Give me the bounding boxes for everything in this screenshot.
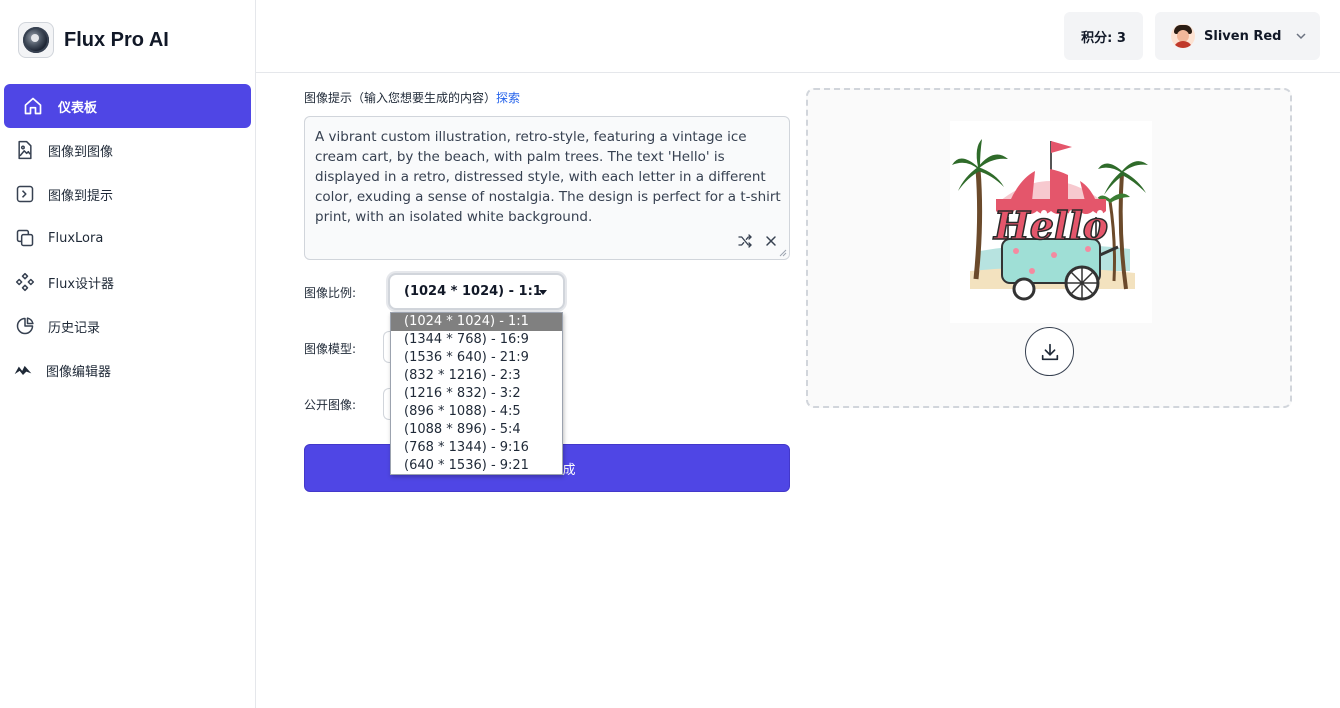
pie-chart-icon: [14, 315, 36, 337]
prompt-label: 图像提示（输入您想要生成的内容）探索: [304, 89, 520, 106]
generated-image[interactable]: Hello: [950, 121, 1152, 323]
ratio-option[interactable]: (640 * 1536) - 9:21: [391, 457, 562, 475]
sidebar-item-dashboard[interactable]: 仪表板: [4, 84, 251, 128]
ratio-label: 图像比例:: [304, 286, 357, 300]
sidebar-item-image-editor[interactable]: 图像编辑器: [4, 348, 251, 392]
sidebar-item-label: 仪表板: [58, 100, 98, 116]
ratio-option[interactable]: (1216 * 832) - 3:2: [391, 385, 562, 403]
home-icon: [22, 95, 44, 117]
avatar: [1171, 24, 1195, 48]
clear-icon[interactable]: [763, 233, 779, 249]
ratio-option[interactable]: (1088 * 896) - 5:4: [391, 421, 562, 439]
download-icon: [1041, 343, 1058, 360]
sidebar-item-history[interactable]: 历史记录: [4, 304, 251, 348]
ratio-option[interactable]: (1536 * 640) - 21:9: [391, 349, 562, 367]
brand[interactable]: Flux Pro AI: [18, 22, 169, 58]
top-header: 积分: 3 Sliven Red: [256, 0, 1340, 73]
download-button[interactable]: [1025, 327, 1074, 376]
ratio-option[interactable]: (1344 * 768) - 16:9: [391, 331, 562, 349]
prompt-chevron-icon: [14, 183, 36, 205]
sidebar-item-label: 图像到提示: [48, 188, 114, 204]
sidebar-item-label: 图像到图像: [48, 144, 114, 160]
credits-badge[interactable]: 积分: 3: [1064, 12, 1143, 60]
user-name: Sliven Red: [1204, 28, 1282, 44]
diamond-grid-icon: [14, 271, 36, 293]
sidebar-item-label: FluxLora: [48, 230, 104, 246]
ratio-option[interactable]: (832 * 1216) - 2:3: [391, 367, 562, 385]
hello-text: Hello: [993, 203, 1108, 248]
sidebar-item-label: Flux设计器: [48, 276, 115, 292]
brand-logo-icon: [18, 22, 54, 58]
brush-icon: [12, 359, 34, 381]
app-root: Flux Pro AI 仪表板 图像到图像 图像到提示 FluxLora Flu…: [0, 0, 1340, 708]
sidebar-item-image-to-image[interactable]: 图像到图像: [4, 128, 251, 172]
brand-name: Flux Pro AI: [64, 28, 169, 51]
image-preview-panel: Hello: [806, 88, 1292, 408]
caret-down-icon: [539, 290, 547, 295]
prompt-textarea[interactable]: A vibrant custom illustration, retro-sty…: [304, 116, 790, 260]
ratio-select-value: (1024 * 1024) - 1:1: [404, 284, 542, 299]
resize-handle-icon[interactable]: [779, 249, 787, 257]
image-file-icon: [14, 139, 36, 161]
chevron-down-icon: [1296, 33, 1307, 40]
prompt-text[interactable]: A vibrant custom illustration, retro-sty…: [315, 127, 781, 227]
ratio-option[interactable]: (1024 * 1024) - 1:1: [391, 313, 562, 331]
sidebar-item-label: 历史记录: [48, 320, 101, 336]
ratio-option[interactable]: (768 * 1344) - 9:16: [391, 439, 562, 457]
sidebar-item-image-to-prompt[interactable]: 图像到提示: [4, 172, 251, 216]
sidebar-item-fluxlora[interactable]: FluxLora: [4, 216, 251, 260]
explore-link[interactable]: 探索: [496, 91, 520, 105]
prompt-label-text: 图像提示（输入您想要生成的内容）: [304, 91, 497, 105]
ratio-option[interactable]: (896 * 1088) - 4:5: [391, 403, 562, 421]
user-menu-button[interactable]: Sliven Red: [1155, 12, 1320, 60]
sidebar-item-flux-designer[interactable]: Flux设计器: [4, 260, 251, 304]
public-label: 公开图像:: [304, 398, 357, 412]
sidebar-item-label: 图像编辑器: [46, 364, 112, 380]
model-label: 图像模型:: [304, 342, 357, 356]
prompt-tools: [737, 233, 779, 249]
ratio-select[interactable]: (1024 * 1024) - 1:1: [388, 273, 565, 310]
shuffle-icon[interactable]: [737, 233, 753, 249]
copy-icon: [14, 227, 36, 249]
sidebar-nav: 仪表板 图像到图像 图像到提示 FluxLora Flux设计器 历史记录 图像…: [4, 84, 251, 392]
sidebar: Flux Pro AI 仪表板 图像到图像 图像到提示 FluxLora Flu…: [0, 0, 256, 708]
generate-button-label: 成: [562, 462, 576, 478]
ratio-dropdown-list: (1024 * 1024) - 1:1 (1344 * 768) - 16:9 …: [390, 312, 563, 475]
